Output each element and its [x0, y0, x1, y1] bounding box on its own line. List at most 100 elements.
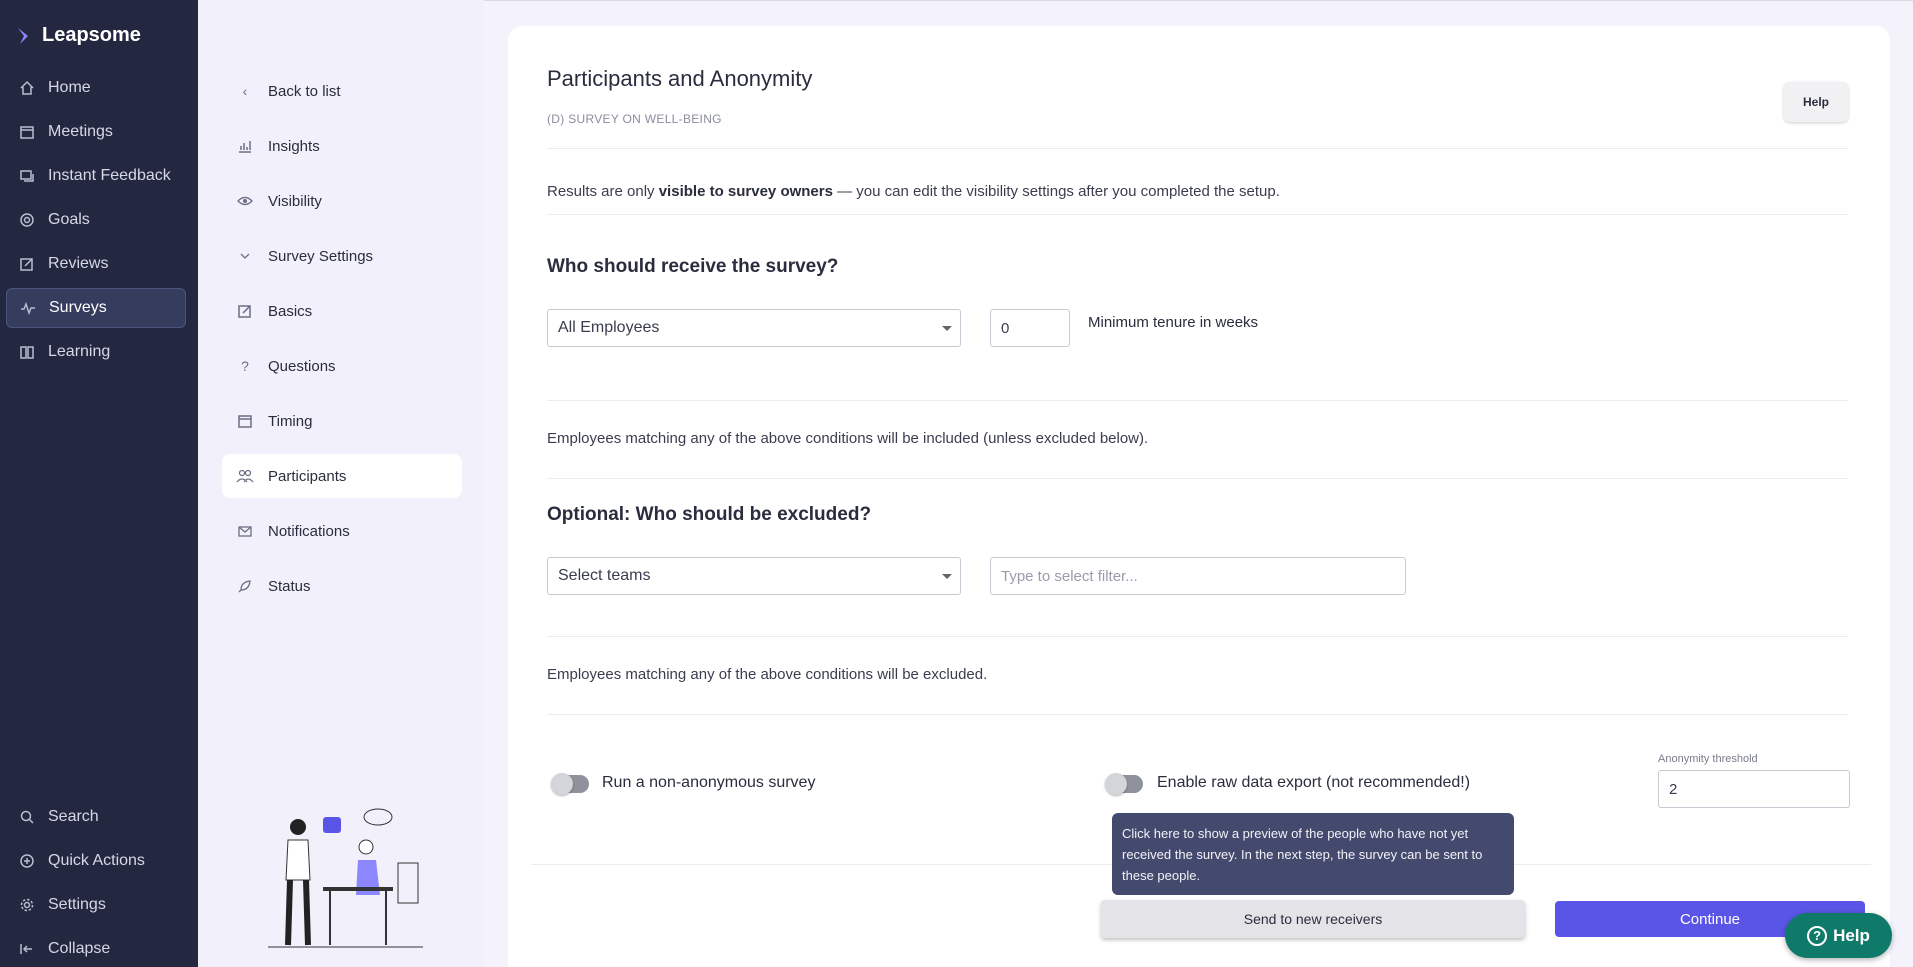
divider — [547, 148, 1848, 149]
chevron-down-icon — [236, 247, 254, 265]
chevron-down-icon — [942, 326, 952, 331]
help-float-label: Help — [1833, 925, 1870, 945]
min-tenure-label: Minimum tenure in weeks — [1088, 314, 1259, 331]
edit-icon — [18, 255, 36, 273]
sidebar-item-basics[interactable]: Basics — [222, 289, 462, 333]
app-logo[interactable]: Leapsome — [16, 24, 141, 47]
divider — [547, 400, 1848, 401]
sidebar-item-label: Questions — [268, 357, 336, 375]
sidebar-item-label: Notifications — [268, 522, 350, 540]
sidebar-item-timing[interactable]: Timing — [222, 399, 462, 443]
sidebar-item-label: Visibility — [268, 192, 322, 210]
nav-item-surveys[interactable]: Surveys — [6, 288, 186, 328]
breadcrumb: (D) SURVEY ON WELL-BEING — [547, 112, 722, 126]
help-button[interactable]: Help — [1784, 82, 1848, 122]
raw-export-toggle[interactable] — [1105, 773, 1143, 795]
target-icon — [18, 211, 36, 229]
nav-label: Quick Actions — [48, 852, 145, 869]
sidebar-item-notifications[interactable]: Notifications — [222, 509, 462, 553]
nav-label: Meetings — [48, 123, 113, 140]
exclude-heading: Optional: Who should be excluded? — [547, 504, 872, 525]
nav-item-goals[interactable]: Goals — [6, 200, 186, 240]
page-title: Participants and Anonymity — [547, 66, 813, 91]
nav-item-home[interactable]: Home — [6, 68, 186, 108]
anonymity-threshold-label: Anonymity threshold — [1658, 753, 1758, 765]
nav-item-reviews[interactable]: Reviews — [6, 244, 186, 284]
sidebar-item-survey-settings[interactable]: Survey Settings — [222, 234, 462, 278]
sidebar-item-participants[interactable]: Participants — [222, 454, 462, 498]
nav-label: Reviews — [48, 255, 109, 272]
app-name: Leapsome — [42, 24, 141, 46]
sidebar-item-label: Timing — [268, 412, 313, 430]
rocket-icon — [236, 577, 254, 595]
question-icon: ? — [1807, 925, 1828, 946]
divider — [547, 214, 1848, 215]
nav-label: Home — [48, 79, 91, 96]
sidebar-item-label: Insights — [268, 137, 320, 155]
question-icon: ? — [241, 358, 249, 374]
book-icon — [18, 343, 36, 361]
exclude-teams-select[interactable]: Select teams — [547, 557, 961, 595]
sidebar-item-label: Back to list — [268, 82, 341, 100]
divider — [547, 478, 1848, 479]
nav-item-meetings[interactable]: Meetings — [6, 112, 186, 152]
receivers-select[interactable]: All Employees — [547, 309, 961, 347]
send-to-new-receivers-button[interactable]: Send to new receivers — [1101, 900, 1525, 938]
mail-icon — [236, 522, 254, 540]
divider — [547, 636, 1848, 637]
non-anonymous-toggle[interactable] — [551, 773, 589, 795]
nav-label: Collapse — [48, 940, 111, 957]
send-preview-tooltip: Click here to show a preview of the peop… — [1112, 813, 1514, 895]
sidebar-item-label: Status — [268, 577, 311, 595]
chevron-left-icon: ‹ — [242, 83, 248, 99]
nav-item-quick-actions[interactable]: Quick Actions — [6, 841, 186, 881]
receive-heading: Who should receive the survey? — [547, 256, 839, 277]
nav-item-collapse[interactable]: Collapse — [6, 929, 186, 967]
anonymity-threshold-input[interactable]: 2 — [1658, 770, 1850, 808]
nav-label: Goals — [48, 211, 90, 228]
nav-label: Search — [48, 808, 99, 825]
calendar-icon — [236, 412, 254, 430]
home-icon — [18, 79, 36, 97]
raw-export-label: Enable raw data export (not recommended!… — [1157, 774, 1471, 791]
visibility-note-suffix: — you can edit the visibility settings a… — [832, 183, 1280, 200]
sidebar-item-label: Participants — [268, 467, 347, 485]
chat-icon — [18, 167, 36, 185]
pulse-icon — [19, 299, 37, 317]
non-anonymous-label: Run a non-anonymous survey — [602, 774, 816, 791]
receivers-select-value: All Employees — [558, 319, 660, 336]
included-note: Employees matching any of the above cond… — [547, 430, 1149, 447]
exclude-filter-input[interactable]: Type to select filter... — [990, 557, 1406, 595]
people-illustration — [268, 808, 423, 948]
chart-icon — [236, 137, 254, 155]
sidebar-item-label: Basics — [268, 302, 313, 320]
sidebar-item-status[interactable]: Status — [222, 564, 462, 608]
chevron-down-icon — [942, 574, 952, 579]
sidebar-item-questions[interactable]: ? Questions — [222, 344, 462, 388]
exclude-filter-placeholder: Type to select filter... — [1001, 567, 1138, 585]
sidebar-item-insights[interactable]: Insights — [222, 124, 462, 168]
users-icon — [236, 467, 254, 485]
calendar-icon — [18, 123, 36, 141]
survey-sidebar: ‹ Back to list Insights Visibility Surve… — [198, 0, 484, 967]
min-tenure-input[interactable]: 0 — [990, 309, 1070, 347]
help-float-button[interactable]: ? Help — [1785, 913, 1892, 958]
exclude-teams-select-value: Select teams — [558, 567, 651, 584]
plus-circle-icon — [18, 852, 36, 870]
search-icon — [18, 808, 36, 826]
min-tenure-value: 0 — [1001, 319, 1010, 337]
nav-label: Settings — [48, 896, 106, 913]
sidebar-item-visibility[interactable]: Visibility — [222, 179, 462, 223]
sidebar-item-back-to-list[interactable]: ‹ Back to list — [222, 69, 462, 113]
nav-item-instant-feedback[interactable]: Instant Feedback — [6, 156, 186, 196]
nav-label: Instant Feedback — [48, 167, 171, 184]
visibility-note: Results are only visible to survey owner… — [547, 183, 1280, 200]
nav-item-learning[interactable]: Learning — [6, 332, 186, 372]
nav-item-search[interactable]: Search — [6, 797, 186, 837]
leapsome-logo-icon — [18, 27, 28, 44]
nav-item-settings[interactable]: Settings — [6, 885, 186, 925]
excluded-note: Employees matching any of the above cond… — [547, 666, 988, 683]
nav-label: Learning — [48, 343, 111, 360]
eye-icon — [236, 192, 254, 210]
nav-label: Surveys — [49, 299, 107, 316]
